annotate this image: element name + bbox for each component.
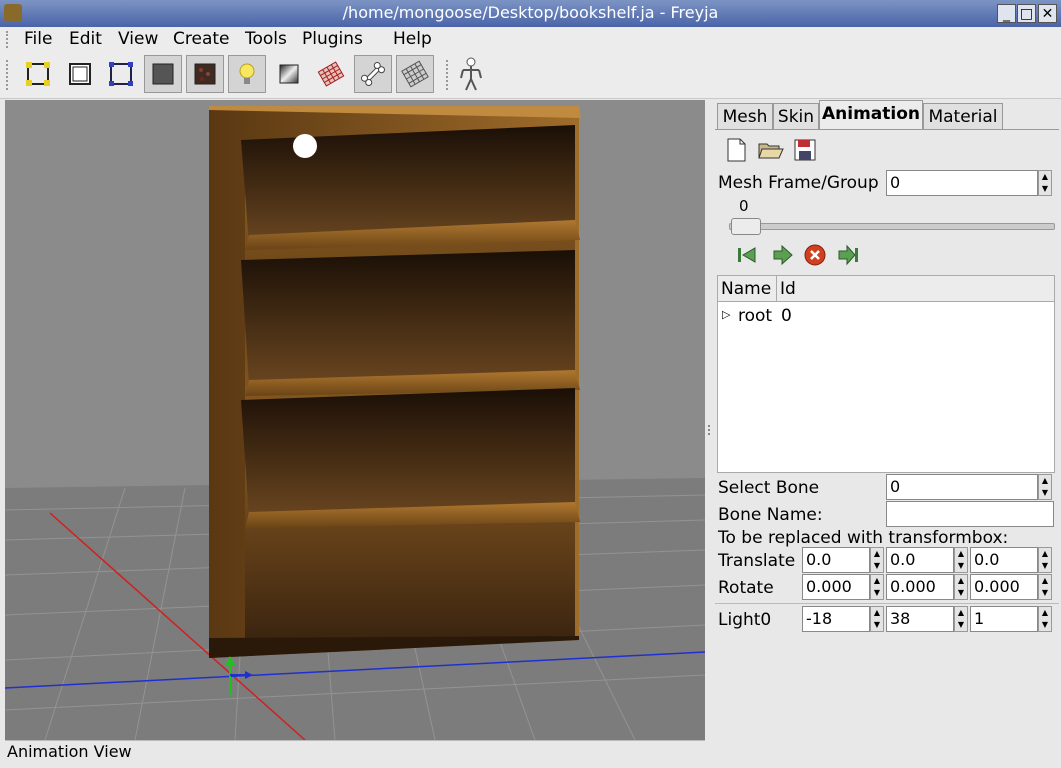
bbox-select-icon[interactable] (102, 55, 140, 93)
light-x-field[interactable]: -18 (802, 606, 870, 632)
solid-render-icon[interactable] (144, 55, 182, 93)
mesh-frame-spinner[interactable]: ▲ ▼ (1038, 170, 1052, 196)
last-frame-icon[interactable] (836, 243, 860, 271)
open-folder-icon[interactable] (757, 137, 785, 167)
rotate-x-spinner[interactable]: ▲ ▼ (870, 574, 884, 600)
menu-edit[interactable]: Edit (69, 29, 102, 49)
mesh-frame-field[interactable]: 0 (886, 170, 1038, 196)
rotate-y-spinner[interactable]: ▲ ▼ (954, 574, 968, 600)
tab-material[interactable]: Material (923, 103, 1003, 129)
select-bone-field[interactable]: 0 (886, 474, 1038, 500)
light-y-spinner[interactable]: ▲ ▼ (954, 606, 968, 632)
tab-animation[interactable]: Animation (819, 100, 923, 130)
toolbar-grip[interactable] (6, 60, 13, 90)
light-x-spinner[interactable]: ▲ ▼ (870, 606, 884, 632)
minimize-button[interactable]: _ (997, 4, 1016, 23)
menu-view[interactable]: View (118, 29, 158, 49)
translate-x-field[interactable]: 0.0 (802, 547, 870, 573)
side-panel: Mesh Skin Animation Material Mesh Frame/… (715, 100, 1059, 764)
rotate-z-field[interactable]: 0.000 (970, 574, 1038, 600)
column-header-id[interactable]: Id (777, 276, 1054, 302)
animation-viewport[interactable] (5, 100, 705, 740)
material-icon[interactable] (270, 55, 308, 93)
rotate-label: Rotate (718, 578, 774, 598)
title-bar: /home/mongoose/Desktop/bookshelf.ja - Fr… (0, 0, 1061, 27)
light-z-spinner[interactable]: ▲ ▼ (1038, 606, 1052, 632)
lighting-icon[interactable] (228, 55, 266, 93)
toolbar (0, 52, 1061, 99)
rotate-x-field[interactable]: 0.000 (802, 574, 870, 600)
mesh-frame-label: Mesh Frame/Group (718, 173, 879, 193)
tree-row-id: 0 (781, 306, 792, 326)
frame-slider-handle[interactable] (731, 218, 761, 235)
bone-icon[interactable] (354, 55, 392, 93)
menu-help[interactable]: Help (393, 29, 432, 49)
vertex-select-icon[interactable] (19, 55, 57, 93)
close-button[interactable]: ✕ (1038, 4, 1057, 23)
light-label: Light0 (718, 610, 772, 630)
frame-slider-value: 0 (739, 197, 749, 215)
new-file-icon[interactable] (723, 137, 749, 167)
translate-x-spinner[interactable]: ▲ ▼ (870, 547, 884, 573)
grid-icon[interactable] (396, 55, 434, 93)
menu-plugins[interactable]: Plugins (302, 29, 363, 49)
menu-create[interactable]: Create (173, 29, 230, 49)
translate-label: Translate (718, 551, 796, 571)
select-bone-spinner[interactable]: ▲ ▼ (1038, 474, 1052, 500)
translate-y-spinner[interactable]: ▲ ▼ (954, 547, 968, 573)
wireframe-icon[interactable] (312, 55, 350, 93)
bone-name-label: Bone Name: (718, 505, 823, 525)
menu-tools[interactable]: Tools (245, 29, 287, 49)
status-text: Animation View (7, 742, 132, 761)
play-icon[interactable] (770, 243, 794, 271)
status-bar: Animation View (5, 740, 705, 765)
select-bone-label: Select Bone (718, 478, 820, 498)
pane-splitter[interactable] (706, 100, 715, 764)
first-frame-icon[interactable] (735, 243, 759, 271)
menubar-grip[interactable] (6, 31, 13, 48)
translate-z-spinner[interactable]: ▲ ▼ (1038, 547, 1052, 573)
tree-row[interactable]: ▷ root 0 (718, 306, 1054, 328)
translate-y-field[interactable]: 0.0 (886, 547, 954, 573)
scene-canvas[interactable] (5, 100, 705, 740)
frame-slider-track[interactable] (729, 223, 1055, 230)
tab-skin[interactable]: Skin (773, 103, 819, 129)
window-title: /home/mongoose/Desktop/bookshelf.ja - Fr… (342, 3, 719, 22)
skeleton-icon[interactable] (452, 55, 490, 93)
separator (715, 603, 1059, 604)
stop-icon[interactable] (803, 243, 827, 271)
rotate-z-spinner[interactable]: ▲ ▼ (1038, 574, 1052, 600)
transform-note: To be replaced with transformbox: (718, 528, 1009, 548)
expand-arrow-icon[interactable]: ▷ (722, 308, 730, 321)
menu-bar: File Edit View Create Tools Plugins Help (0, 27, 1061, 53)
light-z-field[interactable]: 1 (970, 606, 1038, 632)
maximize-button[interactable]: □ (1017, 4, 1036, 23)
tab-mesh[interactable]: Mesh (717, 103, 773, 129)
rotate-y-field[interactable]: 0.000 (886, 574, 954, 600)
tree-row-name: root (738, 306, 773, 326)
menu-file[interactable]: File (24, 29, 52, 49)
face-select-icon[interactable] (61, 55, 99, 93)
bone-name-field[interactable] (886, 501, 1054, 527)
column-header-name[interactable]: Name (718, 276, 777, 302)
save-disk-icon[interactable] (792, 137, 818, 167)
bone-tree[interactable]: Name Id ▷ root 0 (717, 275, 1055, 473)
translate-z-field[interactable]: 0.0 (970, 547, 1038, 573)
texture-render-icon[interactable] (186, 55, 224, 93)
light-y-field[interactable]: 38 (886, 606, 954, 632)
